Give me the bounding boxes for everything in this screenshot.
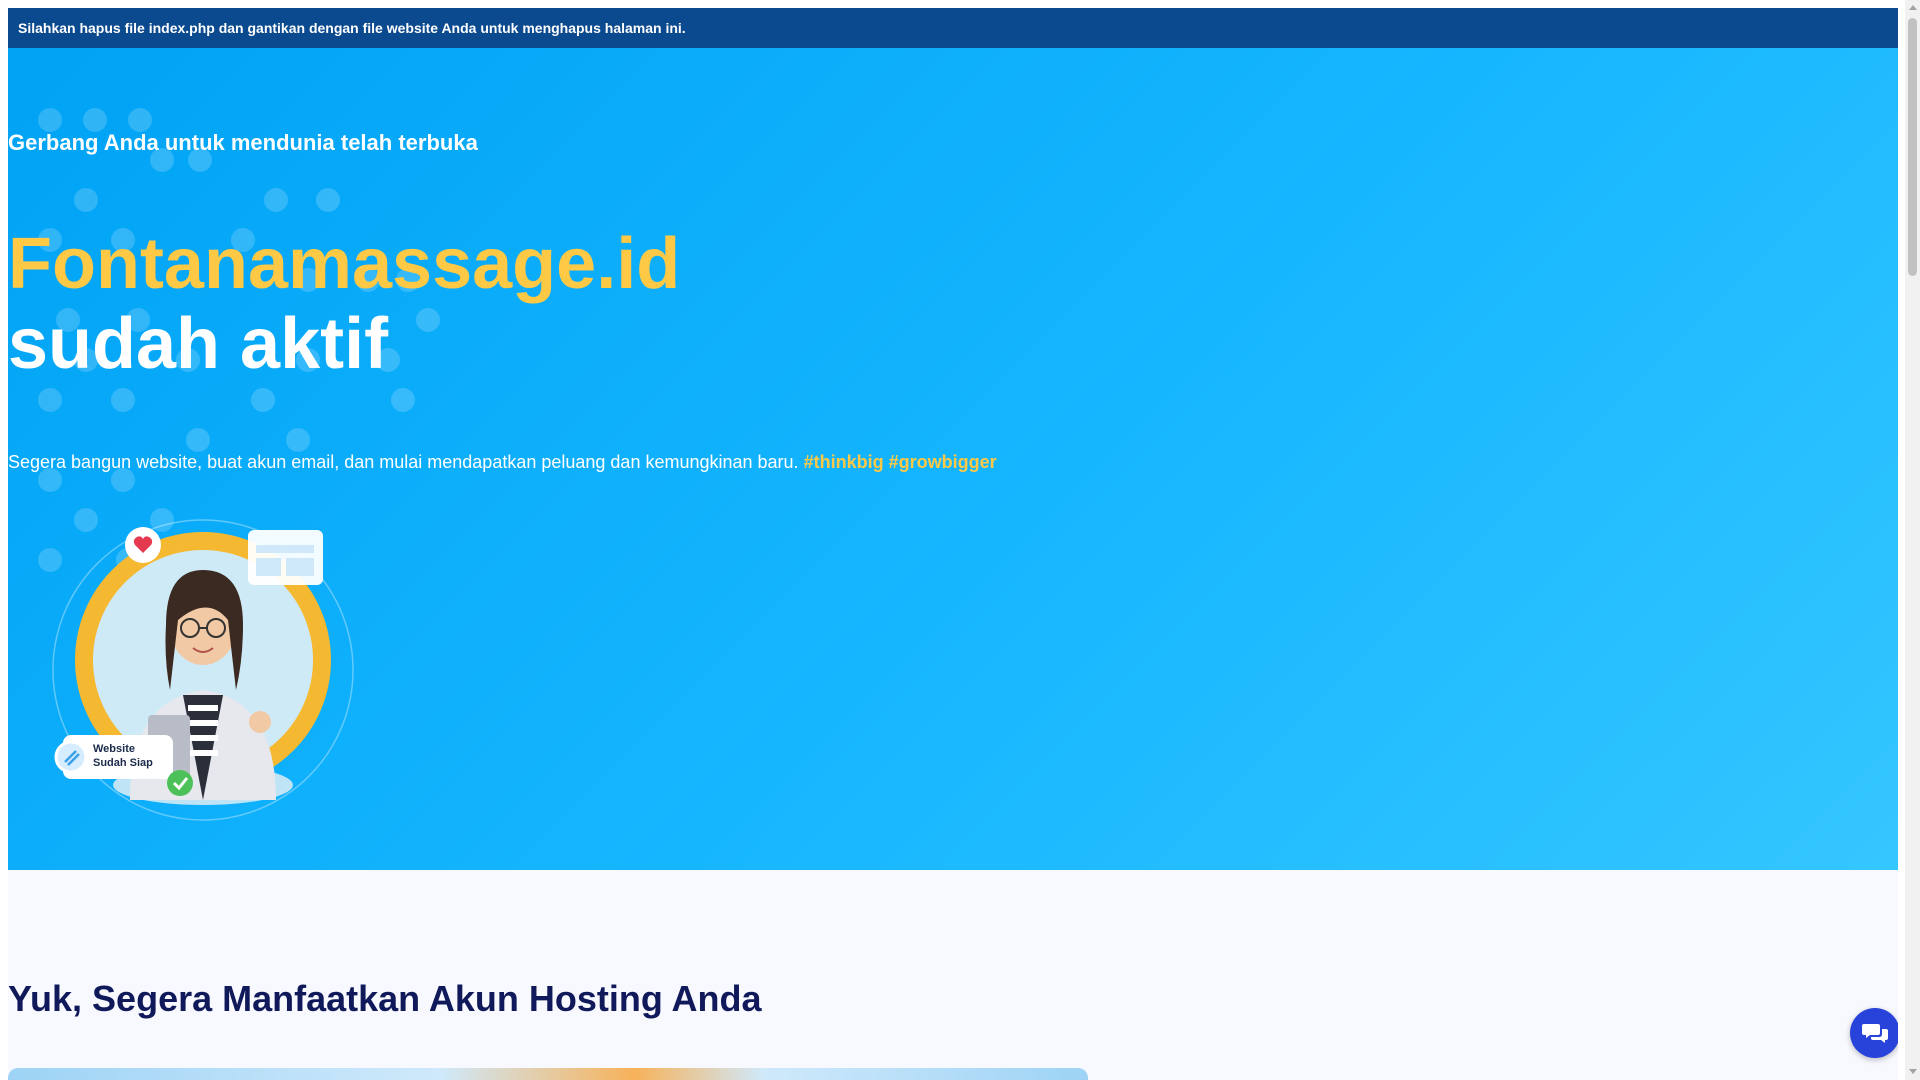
status-heading: sudah aktif [8, 304, 389, 384]
heart-badge [125, 527, 161, 563]
chat-bubbles-icon [1862, 1024, 1888, 1043]
hero-subtitle: Gerbang Anda untuk mendunia telah terbuk… [8, 130, 478, 155]
section-title: Yuk, Segera Manfaatkan Akun Hosting Anda [8, 978, 762, 1019]
badge-line2: Sudah Siap [93, 757, 153, 769]
website-ready-illustration: Website Sudah Siap [52, 519, 354, 821]
notice-bar: Silahkan hapus file index.php dan gantik… [8, 8, 1898, 48]
description-text: Segera bangun website, buat akun email, … [8, 452, 799, 472]
hashtags: #thinkbig #growbigger [803, 452, 997, 472]
hero-section: Gerbang Anda untuk mendunia telah terbuk… [8, 48, 1898, 870]
badge-line1: Website [93, 743, 135, 755]
hosting-card [8, 1068, 1088, 1080]
page-scrollbar[interactable] [1905, 0, 1920, 1080]
notice-text: Silahkan hapus file index.php dan gantik… [18, 20, 686, 36]
browser-window-icon [248, 530, 323, 585]
domain-name: Fontanamassage.id [8, 224, 681, 304]
scroll-thumb[interactable] [1908, 18, 1917, 276]
hero-description: Segera bangun website, buat akun email, … [8, 452, 997, 473]
scroll-up-icon[interactable] [1909, 5, 1917, 10]
chat-button[interactable] [1850, 1008, 1898, 1058]
page: Silahkan hapus file index.php dan gantik… [8, 8, 1898, 1080]
scroll-down-icon[interactable] [1909, 1069, 1917, 1074]
